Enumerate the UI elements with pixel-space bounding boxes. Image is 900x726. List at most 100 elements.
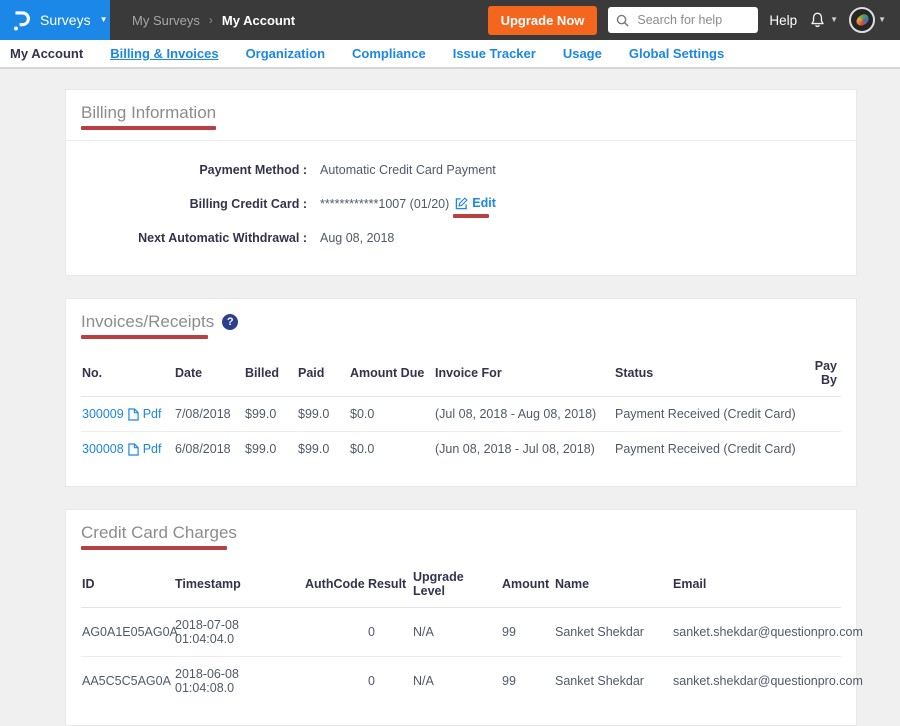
table-row: 300008 Pdf 6/08/2018: [81, 432, 841, 467]
col-timestamp: Timestamp: [171, 560, 301, 608]
charge-amount: 99: [498, 608, 551, 657]
invoices-receipts-title: Invoices/Receipts: [81, 312, 214, 332]
table-row: AA5C5C5AG0A 2018-06-08 01:04:08.0 0 N/A …: [81, 657, 841, 706]
annotation-underline: [453, 214, 489, 218]
chevron-down-icon: ▼: [878, 16, 886, 24]
col-invoice-for: Invoice For: [431, 349, 611, 397]
main-content: Billing Information Payment Method : Aut…: [0, 69, 900, 726]
tab-billing-invoices[interactable]: Billing & Invoices: [110, 46, 218, 61]
invoice-billed: $99.0: [241, 432, 294, 467]
charge-timestamp: 2018-07-08 01:04:04.0: [171, 608, 301, 657]
col-date: Date: [171, 349, 241, 397]
search-input[interactable]: [635, 12, 750, 28]
topbar-actions: Upgrade Now Help ▼: [488, 6, 900, 35]
charge-id: AA5C5C5AG0A: [81, 657, 171, 706]
col-status: Status: [611, 349, 801, 397]
pdf-link[interactable]: Pdf: [143, 407, 162, 421]
tab-usage[interactable]: Usage: [563, 46, 602, 61]
col-upgrade-level: Upgrade Level: [409, 560, 498, 608]
charge-email: sanket.shekdar@questionpro.com: [669, 657, 841, 706]
invoice-date: 7/08/2018: [171, 397, 241, 432]
invoice-status: Payment Received (Credit Card): [611, 432, 801, 467]
credit-card-charges-card: Credit Card Charges ID Timestamp AuthCod…: [65, 509, 857, 726]
notifications-menu[interactable]: ▼: [808, 10, 838, 30]
col-no: No.: [81, 349, 171, 397]
chevron-down-icon: ▼: [830, 16, 838, 24]
charge-email: sanket.shekdar@questionpro.com: [669, 608, 841, 657]
invoices-receipts-card: Invoices/Receipts ? No. Date Billed Paid: [65, 298, 857, 487]
billing-credit-card-value: ************1007 (01/20): [320, 197, 449, 211]
product-menu[interactable]: Surveys ▼: [0, 0, 110, 40]
next-withdrawal-row: Next Automatic Withdrawal : Aug 08, 2018: [81, 221, 841, 255]
charge-amount: 99: [498, 657, 551, 706]
pdf-icon: [128, 443, 139, 456]
payment-method-label: Payment Method :: [81, 163, 307, 177]
col-paid: Paid: [294, 349, 346, 397]
invoice-number-link[interactable]: 300008: [82, 442, 124, 456]
invoice-pay-by: [801, 397, 841, 432]
chevron-down-icon: ▼: [100, 16, 108, 24]
account-nav: My Account Billing & Invoices Organizati…: [0, 40, 900, 69]
edit-link-label[interactable]: Edit: [472, 196, 496, 210]
breadcrumb-separator-icon: ›: [209, 13, 213, 27]
pdf-link[interactable]: Pdf: [143, 442, 162, 456]
annotation-underline: [81, 546, 227, 550]
col-authcode: AuthCode: [301, 560, 364, 608]
bell-icon: [808, 10, 827, 30]
help-icon[interactable]: ?: [222, 314, 238, 330]
invoice-date: 6/08/2018: [171, 432, 241, 467]
invoices-header-row: No. Date Billed Paid Amount Due Invoice …: [81, 349, 841, 397]
tab-issue-tracker[interactable]: Issue Tracker: [453, 46, 536, 61]
help-search-box[interactable]: [608, 7, 758, 33]
billing-credit-card-row: Billing Credit Card : ************1007 (…: [81, 187, 841, 221]
col-email: Email: [669, 560, 841, 608]
avatar-logo-icon: [854, 13, 870, 28]
col-name: Name: [551, 560, 669, 608]
charges-table: ID Timestamp AuthCode Result Upgrade Lev…: [81, 560, 841, 705]
charge-name: Sanket Shekdar: [551, 608, 669, 657]
charge-name: Sanket Shekdar: [551, 657, 669, 706]
tab-compliance[interactable]: Compliance: [352, 46, 426, 61]
pdf-icon: [128, 408, 139, 421]
col-amount-due: Amount Due: [346, 349, 431, 397]
charge-upgrade-level: N/A: [409, 608, 498, 657]
product-menu-label: Surveys: [40, 12, 91, 28]
billing-credit-card-label: Billing Credit Card :: [81, 197, 307, 211]
help-link[interactable]: Help: [769, 13, 797, 28]
avatar: [849, 7, 875, 33]
tab-my-account[interactable]: My Account: [10, 46, 83, 61]
annotation-underline: [81, 335, 208, 339]
upgrade-now-button[interactable]: Upgrade Now: [488, 6, 598, 35]
search-icon: [616, 14, 629, 27]
charge-timestamp: 2018-06-08 01:04:08.0: [171, 657, 301, 706]
billing-information-title: Billing Information: [81, 103, 216, 123]
charges-header-row: ID Timestamp AuthCode Result Upgrade Lev…: [81, 560, 841, 608]
tab-global-settings[interactable]: Global Settings: [629, 46, 724, 61]
annotation-underline: [81, 126, 216, 130]
breadcrumb-current-page: My Account: [222, 13, 295, 28]
next-withdrawal-value: Aug 08, 2018: [320, 231, 394, 245]
charge-authcode: [301, 657, 364, 706]
payment-method-row: Payment Method : Automatic Credit Card P…: [81, 153, 841, 187]
charge-result: 0: [364, 608, 409, 657]
col-amount: Amount: [498, 560, 551, 608]
invoice-number-link[interactable]: 300009: [82, 407, 124, 421]
account-menu[interactable]: ▼: [849, 7, 886, 33]
col-result: Result: [364, 560, 409, 608]
invoice-billed: $99.0: [241, 397, 294, 432]
col-pay-by: Pay By: [801, 349, 841, 397]
questionpro-logo-icon[interactable]: [12, 9, 31, 32]
invoice-amount-due: $0.0: [346, 397, 431, 432]
breadcrumb: My Surveys › My Account: [132, 13, 295, 28]
breadcrumb-my-surveys[interactable]: My Surveys: [132, 13, 200, 28]
invoices-table: No. Date Billed Paid Amount Due Invoice …: [81, 349, 841, 466]
charge-result: 0: [364, 657, 409, 706]
invoice-amount-due: $0.0: [346, 432, 431, 467]
credit-card-charges-title: Credit Card Charges: [81, 523, 237, 543]
charge-authcode: [301, 608, 364, 657]
payment-method-value: Automatic Credit Card Payment: [320, 163, 496, 177]
tab-organization[interactable]: Organization: [246, 46, 325, 61]
edit-credit-card-link[interactable]: Edit: [455, 196, 496, 212]
edit-icon: [455, 197, 468, 210]
col-id: ID: [81, 560, 171, 608]
